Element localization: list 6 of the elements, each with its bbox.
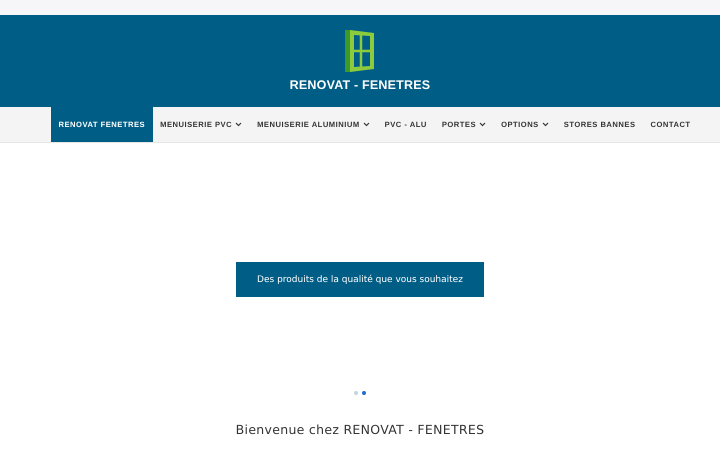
- welcome-heading: Bienvenue chez RENOVAT - FENETRES: [234, 422, 486, 437]
- slider-dot[interactable]: [354, 391, 358, 395]
- logo-text: RENOVAT - FENETRES: [290, 78, 430, 92]
- slide-caption: Des produits de la qualité que vous souhaitez: [236, 262, 484, 297]
- slider-dot[interactable]: [362, 391, 366, 395]
- window-logo-icon: [343, 30, 377, 72]
